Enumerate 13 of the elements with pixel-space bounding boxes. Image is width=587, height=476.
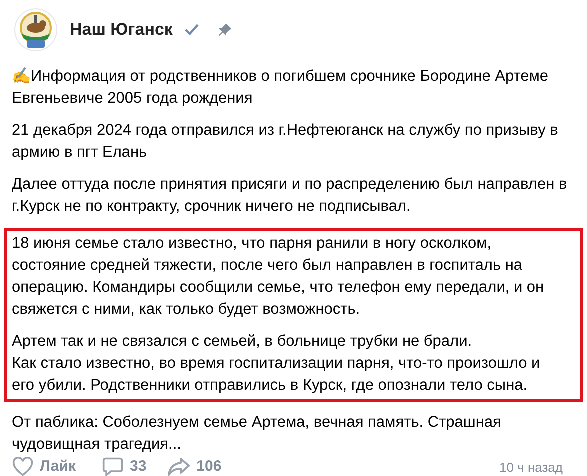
post-paragraph: 21 декабря 2024 года отправился из г.Нефтеюганск на службу по призыву в армию в пгт Елань [12, 121, 560, 163]
post-paragraph: Артем так и не связался с семьей, в больнице трубки не брали. Как стало известно, во время госпитализации парня, что-то произошло и его убили. Родственники отправились в Курск, где опознали тело сына. [12, 332, 542, 396]
post-time: 10 ч назад [500, 458, 563, 476]
share-count: 106 [196, 457, 222, 476]
author-name[interactable]: Наш Юганск [70, 17, 173, 43]
share-arrow-icon[interactable] [166, 457, 191, 476]
post-paragraph: Далее оттуда после принятия присяги и по распределению был направлен в г.Курск не по контракту, срочник ничего не подписывал. [12, 175, 568, 217]
comment-count: 33 [130, 457, 147, 476]
heart-icon[interactable] [12, 457, 34, 476]
post-paragraph: ✍Информация от родственников о погибшем срочнике Бородине Артеме Евгеньевиче 2005 года рождения [12, 66, 550, 109]
comment-icon[interactable] [102, 456, 124, 476]
post-paragraph: От паблика: Соболезнуем семье Артема, вечная память. Страшная чудовищная трагедия... [12, 413, 502, 455]
post-paragraph: 18 июня семье стало известно, что парня ранили в ногу осколком, состояние средней тяжести, после чего был направлен в госпиталь на операцию. Командиры сообщили семье, что телефон ему передали, и он свяжется с ними, как только будет возможность. [12, 234, 546, 320]
